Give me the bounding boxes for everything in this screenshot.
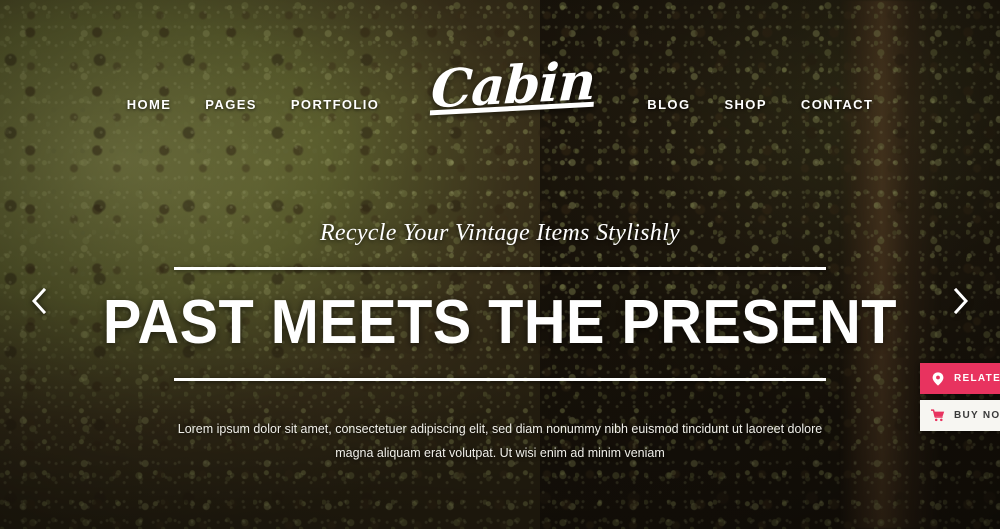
slide-headline: PAST MEETS THE PRESENT — [102, 288, 898, 357]
nav-item-shop[interactable]: SHOP — [724, 97, 766, 112]
nav-item-pages[interactable]: PAGES — [205, 97, 257, 112]
buy-now-button[interactable]: BUY NOW — [920, 400, 1000, 431]
divider-top — [174, 267, 826, 270]
slide-description: Lorem ipsum dolor sit amet, consectetuer… — [177, 421, 823, 461]
divider-bottom — [174, 378, 826, 381]
related-button-label: RELATED — [954, 373, 1000, 384]
chevron-left-icon — [31, 288, 47, 314]
main-navigation: HOME PAGES PORTFOLIO Cabin BLOG SHOP CON… — [0, 51, 1000, 130]
site-logo[interactable]: Cabin — [430, 51, 597, 121]
slide-tagline: Recycle Your Vintage Items Stylishly — [319, 220, 681, 246]
slider-next-button[interactable] — [944, 284, 978, 318]
nav-group-right: BLOG SHOP CONTACT — [647, 97, 873, 112]
nav-item-contact[interactable]: CONTACT — [801, 97, 873, 112]
related-button[interactable]: RELATED — [920, 363, 1000, 394]
slider-prev-button[interactable] — [22, 284, 56, 318]
shopping-cart-icon — [931, 409, 945, 423]
site-header: HOME PAGES PORTFOLIO Cabin BLOG SHOP CON… — [0, 0, 1000, 150]
nav-item-blog[interactable]: BLOG — [647, 97, 690, 112]
nav-group-left: HOME PAGES PORTFOLIO — [127, 97, 380, 112]
chevron-right-icon — [953, 288, 969, 314]
hero-slider: HOME PAGES PORTFOLIO Cabin BLOG SHOP CON… — [0, 0, 1000, 529]
nav-item-portfolio[interactable]: PORTFOLIO — [291, 97, 379, 112]
location-pin-icon — [931, 371, 945, 386]
side-action-tabs: RELATED BUY NOW — [920, 363, 1000, 431]
nav-item-home[interactable]: HOME — [127, 97, 172, 112]
buy-now-button-label: BUY NOW — [954, 410, 1000, 421]
